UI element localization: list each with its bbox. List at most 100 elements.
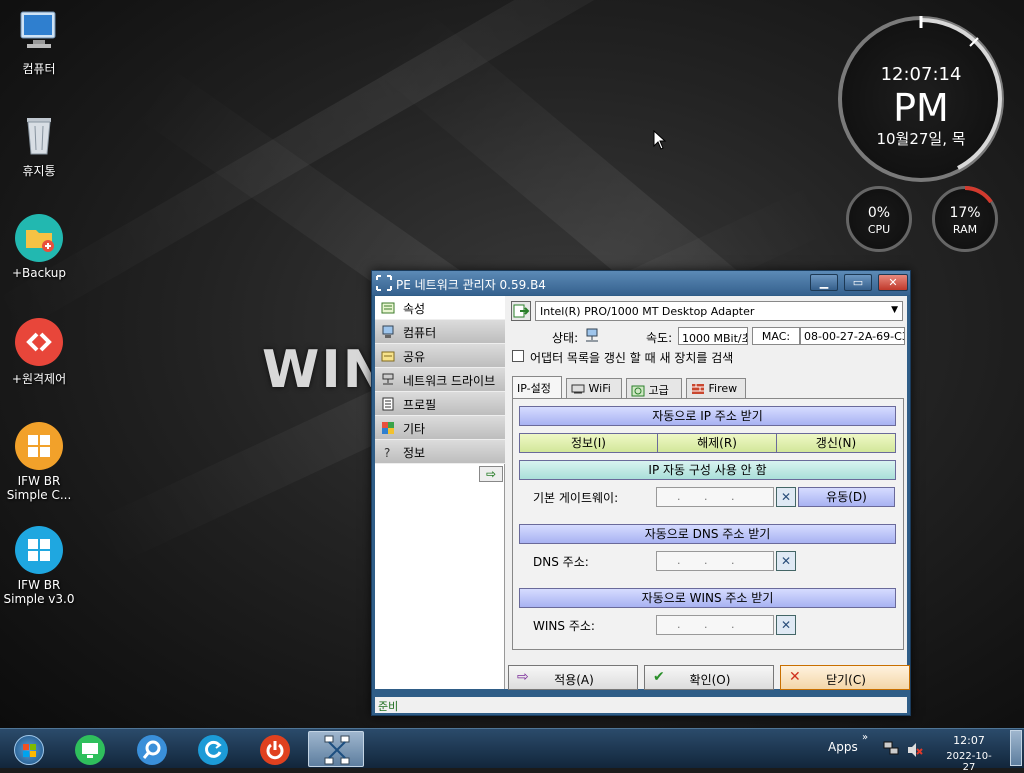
svg-text:?: ?: [384, 446, 390, 459]
start-button[interactable]: [0, 731, 56, 767]
ip-auto-button[interactable]: 자동으로 IP 주소 받기: [519, 406, 896, 426]
tray-overflow-button[interactable]: »: [862, 732, 868, 743]
network-drive-icon: [382, 373, 394, 385]
nav-item-computer[interactable]: 컴퓨터: [375, 320, 505, 344]
info-icon: ?: [384, 446, 390, 459]
adapter-select-value: Intel(R) PRO/1000 MT Desktop Adapter: [540, 305, 755, 318]
taskbar-app-refresh[interactable]: [184, 731, 240, 767]
close-icon: ✕: [888, 276, 898, 289]
ram-meter: 17% RAM: [932, 186, 998, 252]
ram-label: RAM: [952, 223, 978, 236]
clear-dns-button[interactable]: ✕: [776, 551, 796, 571]
taskbar: [0, 728, 1024, 768]
nav-item-share[interactable]: 공유: [375, 344, 505, 368]
collapse-nav-button[interactable]: ⇨: [479, 466, 503, 482]
desktop-icon-label: 컴퓨터: [22, 62, 56, 76]
close-button[interactable]: ✕ 닫기(C): [780, 665, 910, 690]
nav-item-properties[interactable]: 속성: [375, 296, 505, 320]
nav-item-label: 공유: [403, 350, 426, 364]
taskbar-clock-date[interactable]: 2022-10-27: [940, 751, 998, 773]
taskbar-app-power[interactable]: [246, 731, 302, 767]
ok-button-label: 확인(O): [689, 673, 731, 687]
cpu-label: CPU: [867, 223, 891, 236]
dns-label: DNS 주소:: [533, 555, 589, 569]
clear-wins-button[interactable]: ✕: [776, 615, 796, 635]
volume-muted-icon[interactable]: [906, 741, 924, 759]
apply-button[interactable]: ⇨ 적용(A): [508, 665, 638, 690]
desktop-icon-label: 휴지통: [22, 164, 56, 178]
nav-item-network-drive[interactable]: 네트워크 드라이브: [375, 368, 505, 392]
gateway-input[interactable]: . . .: [656, 487, 774, 507]
nav-item-label: 네트워크 드라이브: [403, 374, 496, 388]
tab-firewall[interactable]: Firew: [686, 378, 746, 398]
title-bar[interactable]: PE 네트워크 관리자 0.59.B4 ▁ ▭ ✕: [372, 271, 910, 295]
windows-start-icon: [14, 735, 44, 765]
recycle-bin-icon: [15, 110, 63, 158]
tab-wifi[interactable]: WiFi: [566, 378, 622, 398]
desktop-icon-ifw-br-simple-v3[interactable]: IFW BR Simple v3.0: [0, 526, 78, 606]
ok-button[interactable]: ✔ 확인(O): [644, 665, 774, 690]
desktop-icon-computer[interactable]: 컴퓨터: [0, 8, 78, 77]
ip-action-bar: 정보(I) 해제(R) 갱신(N): [519, 433, 896, 453]
taskbar-app-network-manager[interactable]: [308, 731, 364, 767]
tray-apps-button[interactable]: Apps: [828, 740, 858, 754]
dropdown-arrow-icon: ▼: [891, 305, 898, 315]
cpu-meter: 0% CPU: [846, 186, 912, 252]
adapter-select[interactable]: Intel(R) PRO/1000 MT Desktop Adapter ▼: [535, 301, 903, 321]
show-desktop-button[interactable]: [1010, 730, 1022, 766]
firewall-icon: [692, 384, 704, 394]
windows-logo-icon: [15, 422, 63, 470]
speed-label: 속도:: [646, 331, 673, 345]
maximize-icon: ▭: [852, 276, 864, 289]
windows-logo-icon: [15, 526, 63, 574]
advanced-settings-icon: [631, 385, 645, 397]
release-action-button[interactable]: 해제(R): [658, 434, 777, 452]
network-manager-icon: [324, 735, 350, 765]
nav-item-label: 프로필: [403, 398, 437, 412]
nav-item-profile[interactable]: 프로필: [375, 392, 505, 416]
desktop-icon-backup[interactable]: +Backup: [0, 214, 78, 280]
minimize-button[interactable]: ▁: [810, 274, 838, 291]
desktop-icon-remote-control[interactable]: +원격제어: [0, 318, 78, 387]
renew-action-button[interactable]: 갱신(N): [777, 434, 895, 452]
clock-date: 10월27일, 목: [876, 130, 966, 148]
clock-time: 12:07:14: [880, 64, 962, 85]
dns-input[interactable]: . . .: [656, 551, 774, 571]
dns-auto-button[interactable]: 자동으로 DNS 주소 받기: [519, 524, 896, 544]
remote-control-icon: [15, 318, 63, 366]
network-tray-icon[interactable]: [882, 740, 900, 758]
desktop-icon-label: +Backup: [11, 266, 67, 280]
taskbar-app-search[interactable]: [123, 731, 179, 767]
tab-ip-settings[interactable]: IP-설정: [512, 376, 562, 398]
clock-gadget[interactable]: 12:07:14 PM 10월27일, 목: [838, 16, 1004, 182]
network-status-icon: [586, 328, 598, 342]
minimize-icon: ▁: [819, 276, 829, 289]
taskbar-clock-time[interactable]: 12:07: [940, 734, 998, 747]
wins-input[interactable]: . . .: [656, 615, 774, 635]
tab-label: 고급: [648, 384, 669, 397]
clear-icon: ✕: [780, 618, 792, 632]
desktop-icon-label: +원격제어: [11, 372, 67, 386]
ip-autoconfig-button[interactable]: IP 자동 구성 사용 안 함: [519, 460, 896, 480]
info-action-button[interactable]: 정보(I): [520, 434, 658, 452]
wins-auto-button[interactable]: 자동으로 WINS 주소 받기: [519, 588, 896, 608]
taskbar-app-desktop[interactable]: [61, 731, 117, 767]
desktop-icon-recycle-bin[interactable]: 휴지통: [0, 110, 78, 179]
nav-item-other[interactable]: 기타: [375, 416, 505, 440]
backup-folder-icon: [15, 214, 63, 262]
ram-value: 17%: [949, 205, 981, 221]
desktop-icon-ifw-br-simple-c[interactable]: IFW BR Simple C...: [0, 422, 78, 502]
refresh-new-devices-label: 어댑터 목록을 갱신 할 때 새 장치를 검색: [530, 351, 734, 365]
maximize-button[interactable]: ▭: [844, 274, 872, 291]
tab-advanced[interactable]: 고급: [626, 378, 682, 398]
nav-item-label: 기타: [403, 422, 426, 436]
adapter-action-button[interactable]: [511, 301, 531, 321]
nav-item-info[interactable]: ? 정보: [375, 440, 505, 464]
nav-item-label: 컴퓨터: [403, 326, 437, 340]
dynamic-button[interactable]: 유동(D): [798, 487, 895, 507]
close-window-button[interactable]: ✕: [878, 274, 908, 291]
tab-label: IP-설정: [517, 382, 551, 395]
clear-gateway-button[interactable]: ✕: [776, 487, 796, 507]
apply-button-label: 적용(A): [554, 673, 594, 687]
refresh-new-devices-checkbox[interactable]: [512, 350, 524, 362]
